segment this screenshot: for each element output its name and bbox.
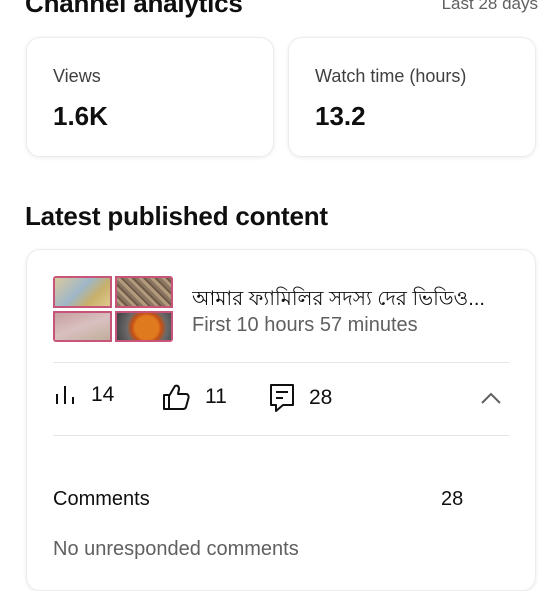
thumbnail-image [114, 310, 173, 342]
comment-icon [270, 384, 294, 412]
views-metric: 14 [53, 383, 114, 407]
thumbnail-image [53, 310, 112, 342]
thumbs-up-icon [163, 384, 190, 410]
latest-content-title: Latest published content [25, 201, 328, 231]
channel-analytics-title: Channel analytics [25, 0, 243, 18]
divider [53, 435, 509, 436]
comments-count: 28 [309, 386, 333, 409]
video-age-label: First 10 hours 57 minutes [192, 314, 418, 336]
watch-time-value: 13.2 [315, 101, 366, 131]
video-title[interactable]: আমার ফ্যামিলির সদস্য দের ভিডিও... [192, 284, 512, 317]
comments-row-value: 28 [441, 488, 464, 510]
watch-time-card[interactable]: Watch time (hours) 13.2 [288, 37, 536, 157]
watch-time-label: Watch time (hours) [315, 66, 467, 86]
latest-video-card: আমার ফ্যামিলির সদস্য দের ভিডিও... First … [26, 249, 536, 591]
video-thumbnail[interactable] [53, 276, 173, 342]
chevron-up-icon[interactable] [479, 390, 503, 406]
bar-chart-icon [56, 386, 74, 404]
comments-metric: 28 [269, 383, 332, 413]
views-count: 14 [91, 383, 115, 406]
views-card[interactable]: Views 1.6K [26, 37, 274, 157]
likes-count: 11 [205, 385, 227, 408]
thumbnail-image [114, 276, 173, 308]
divider [53, 362, 509, 363]
unresponded-comments-note: No unresponded comments [53, 538, 299, 560]
views-label: Views [53, 66, 101, 86]
thumbnail-image [53, 276, 112, 308]
comments-row-label: Comments [53, 488, 150, 510]
likes-metric: 11 [161, 383, 227, 411]
views-value: 1.6K [53, 101, 108, 131]
date-range-label: Last 28 days [441, 0, 538, 13]
